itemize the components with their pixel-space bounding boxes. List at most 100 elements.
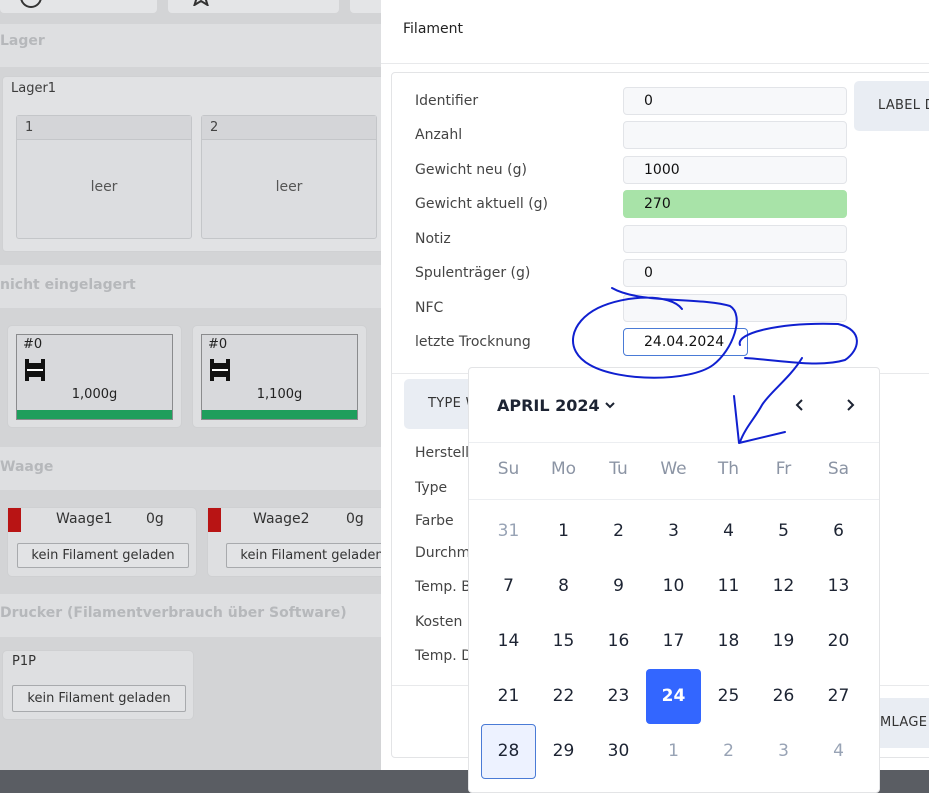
calendar-day[interactable]: 1 — [646, 724, 701, 779]
field-label-identifier: Identifier — [415, 93, 479, 109]
top-button-left[interactable] — [0, 0, 157, 13]
calendar-day[interactable]: 15 — [536, 614, 591, 669]
datepicker-header: APRIL 2024 — [469, 368, 879, 443]
spool-fill-bar — [17, 410, 172, 419]
spool-weight: 1,000g — [71, 387, 118, 402]
field-label-letzte-trocknung: letzte Trocknung — [415, 334, 531, 350]
nfc-input[interactable] — [623, 294, 847, 322]
calendar-day[interactable]: 12 — [756, 559, 811, 614]
calendar-day[interactable]: 19 — [756, 614, 811, 669]
top-button-middle[interactable] — [168, 0, 339, 13]
lager-slot[interactable]: 1 leer — [16, 115, 192, 239]
calendar-day[interactable]: 25 — [701, 669, 756, 724]
calendar-day[interactable]: 5 — [756, 504, 811, 559]
scale-status-indicator — [208, 508, 221, 532]
letzte-trocknung-input[interactable]: 24.04.2024 — [623, 328, 748, 356]
calendar-day[interactable]: 18 — [701, 614, 756, 669]
calendar-day[interactable]: 4 — [811, 724, 866, 779]
notiz-input[interactable] — [623, 225, 847, 253]
slot-id: 1 — [17, 116, 191, 140]
section-title-drucker: Drucker (Filamentverbrauch über Software… — [0, 605, 347, 621]
field-label-nfc: NFC — [415, 300, 444, 316]
printer-name: P1P — [12, 654, 36, 669]
calendar-day[interactable]: 17 — [646, 614, 701, 669]
calendar-day[interactable]: 2 — [701, 724, 756, 779]
no-filament-button[interactable]: kein Filament geladen — [17, 543, 189, 568]
month-year-label[interactable]: APRIL 2024 — [497, 396, 600, 415]
calendar-day[interactable]: 7 — [481, 559, 536, 614]
weekday-divider — [469, 499, 879, 500]
spool-id: #0 — [23, 337, 43, 352]
calendar-day[interactable]: 28 — [481, 724, 536, 779]
calendar-day[interactable]: 23 — [591, 669, 646, 724]
calendar-day[interactable]: 16 — [591, 614, 646, 669]
scale-value: 0g — [146, 511, 164, 527]
label-button[interactable]: LABEL D — [854, 81, 929, 131]
calendar-day[interactable]: 3 — [756, 724, 811, 779]
calendar-day[interactable]: 11 — [701, 559, 756, 614]
no-filament-button[interactable]: kein Filament geladen — [226, 543, 398, 568]
anzahl-input[interactable] — [623, 121, 847, 149]
section-title-lager: Lager — [0, 33, 45, 49]
calendar-day[interactable]: 26 — [756, 669, 811, 724]
field-label-type: Type — [415, 480, 448, 496]
spulentraeger-input[interactable]: 0 — [623, 259, 847, 287]
gewicht-aktuell-input[interactable]: 270 — [623, 190, 847, 218]
next-month-icon[interactable] — [841, 396, 859, 414]
weekday-label: Tu — [609, 459, 628, 479]
calendar-day[interactable]: 13 — [811, 559, 866, 614]
slot-status: leer — [90, 179, 118, 195]
star-icon — [193, 0, 209, 6]
calendar-day[interactable]: 10 — [646, 559, 701, 614]
field-label-spulentraeger: Spulenträger (g) — [415, 265, 531, 281]
spool-card[interactable]: #0 1,100g — [192, 325, 367, 428]
waage-band — [0, 447, 381, 490]
spool-icon — [25, 359, 45, 381]
calendar-day[interactable]: 21 — [481, 669, 536, 724]
calendar-day[interactable]: 8 — [536, 559, 591, 614]
spool-id: #0 — [208, 337, 228, 352]
printer-card: P1P kein Filament geladen — [2, 650, 194, 720]
scale-name: Waage2 — [253, 511, 310, 527]
field-label-gewicht-aktuell: Gewicht aktuell (g) — [415, 196, 549, 212]
no-filament-button[interactable]: kein Filament geladen — [12, 685, 186, 712]
calendar-day[interactable]: 29 — [536, 724, 591, 779]
modal-title: Filament — [403, 21, 464, 37]
calendar-day[interactable]: 27 — [811, 669, 866, 724]
calendar-day[interactable]: 9 — [591, 559, 646, 614]
datepicker-popup: APRIL 2024 Su Mo Tu We Th Fr Sa 31 1 2 3 4 5 6 7 8 9 10 1… — [468, 367, 880, 793]
calendar-day[interactable]: 2 — [591, 504, 646, 559]
spool-weight: 1,100g — [256, 387, 303, 402]
calendar-day[interactable]: 3 — [646, 504, 701, 559]
scale-card: Waage2 0g kein Filament geladen — [207, 507, 398, 577]
calendar-day[interactable]: 14 — [481, 614, 536, 669]
identifier-input[interactable]: 0 — [623, 87, 847, 115]
calendar-day[interactable]: 4 — [701, 504, 756, 559]
slot-status: leer — [275, 179, 303, 195]
calendar-day[interactable]: 1 — [536, 504, 591, 559]
calendar-day[interactable]: 22 — [536, 669, 591, 724]
gewicht-neu-input[interactable]: 1000 — [623, 156, 847, 184]
section-title-waage: Waage — [0, 459, 54, 475]
calendar-day[interactable]: 30 — [591, 724, 646, 779]
weekday-label: Th — [717, 459, 740, 479]
type-button[interactable]: TYPE W — [404, 379, 474, 429]
field-label-farbe: Farbe — [415, 513, 454, 529]
calendar-day[interactable]: 24 — [646, 669, 701, 724]
calendar-day[interactable]: 20 — [811, 614, 866, 669]
calendar-day[interactable]: 31 — [481, 504, 536, 559]
spool-card[interactable]: #0 1,000g — [7, 325, 182, 428]
chevron-down-icon[interactable] — [603, 398, 617, 412]
slot-id: 2 — [202, 116, 376, 140]
field-label-kosten: Kosten — [415, 614, 463, 630]
lager-slot[interactable]: 2 leer — [201, 115, 377, 239]
weekday-label: Fr — [775, 459, 792, 479]
section-title-nicht-eingelagert: nicht eingelagert — [0, 277, 136, 293]
weekday-label: We — [660, 459, 687, 479]
weekday-label: Mo — [550, 459, 577, 479]
calendar-day[interactable]: 6 — [811, 504, 866, 559]
spool-fill-bar — [202, 410, 357, 419]
prev-month-icon[interactable] — [791, 396, 809, 414]
scale-card: Waage1 0g kein Filament geladen — [7, 507, 197, 577]
circle-icon — [20, 0, 42, 8]
